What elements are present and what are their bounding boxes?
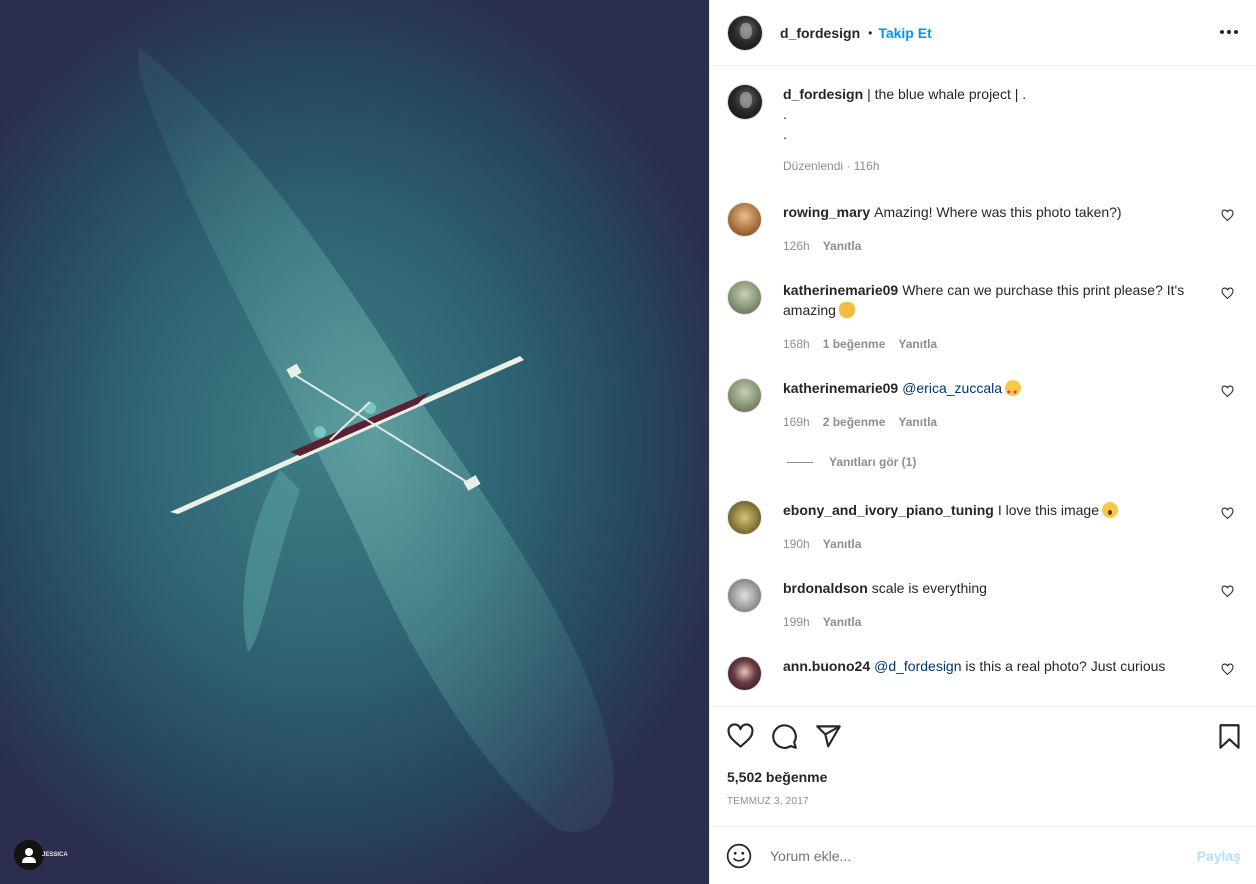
more-options-icon[interactable] xyxy=(1220,30,1238,34)
like-comment-icon[interactable] xyxy=(1221,585,1234,598)
comment-time: 126h xyxy=(783,239,810,253)
post-actions: 5,502 beğenme TEMMUZ 3, 2017 xyxy=(710,706,1256,826)
commenter-avatar[interactable] xyxy=(727,378,762,413)
comment: rowing_mary Amazing! Where was this photo… xyxy=(727,202,1240,256)
caption-username[interactable]: d_fordesign xyxy=(783,86,863,102)
reply-button[interactable]: Yanıtla xyxy=(823,534,862,554)
like-comment-icon[interactable] xyxy=(1221,209,1234,222)
comment-input[interactable] xyxy=(770,847,1197,864)
comment-icon[interactable] xyxy=(771,723,798,750)
ok-hand-emoji-icon xyxy=(838,302,855,318)
comment-username[interactable]: rowing_mary xyxy=(783,204,870,220)
caption-line: . xyxy=(783,126,787,142)
like-heart-icon[interactable] xyxy=(727,723,754,750)
follow-button[interactable]: Takip Et xyxy=(878,25,931,41)
author-username[interactable]: d_fordesign xyxy=(780,25,860,41)
emoji-picker-icon[interactable] xyxy=(726,843,752,869)
header-separator: • xyxy=(868,25,873,40)
caption-edited-time: Düzenlendi · 116h xyxy=(783,159,880,173)
commenter-avatar[interactable] xyxy=(727,202,762,237)
whale-rowing-image xyxy=(138,48,614,832)
save-bookmark-icon[interactable] xyxy=(1216,723,1243,750)
comment-mention[interactable]: @erica_zuccala xyxy=(902,380,1002,396)
post-side-panel: d_fordesign • Takip Et d_fordesign | the … xyxy=(709,0,1256,884)
comment-time: 190h xyxy=(783,537,810,551)
reply-button[interactable]: Yanıtla xyxy=(823,612,862,632)
post-date[interactable]: TEMMUZ 3, 2017 xyxy=(727,796,809,807)
comment-time: 168h xyxy=(783,337,810,351)
comment-text: is this a real photo? Just curious xyxy=(965,658,1166,674)
comment: ann.buono24 @d_fordesign is this a real p… xyxy=(727,656,1240,691)
photo-watermark: JESSICA xyxy=(42,852,68,858)
comment: katherinemarie09@erica_zuccala 169h 2 beğ… xyxy=(727,378,1240,432)
comment: brdonaldson scale is everything 199h Yanıt… xyxy=(727,578,1240,632)
surprised-emoji-icon xyxy=(1102,502,1118,518)
comment-text: scale is everything xyxy=(871,580,987,596)
like-comment-icon[interactable] xyxy=(1221,287,1234,300)
share-send-icon[interactable] xyxy=(815,723,842,750)
comment-time: 199h xyxy=(783,615,810,629)
add-comment-bar: Paylaş xyxy=(710,826,1256,884)
reply-button[interactable]: Yanıtla xyxy=(823,236,862,256)
caption-avatar[interactable] xyxy=(727,84,763,120)
caption-line: . xyxy=(783,106,787,122)
comments-list[interactable]: d_fordesign | the blue whale project | . … xyxy=(710,66,1256,706)
commenter-avatar[interactable] xyxy=(727,500,762,535)
reply-button[interactable]: Yanıtla xyxy=(898,412,937,432)
comment-username[interactable]: brdonaldson xyxy=(783,580,868,596)
comment-username[interactable]: katherinemarie09 xyxy=(783,380,898,396)
tagged-users-button[interactable] xyxy=(14,840,44,870)
like-comment-icon[interactable] xyxy=(1221,663,1234,676)
comment: katherinemarie09 Where can we purchase th… xyxy=(727,280,1240,354)
comment-username[interactable]: ebony_and_ivory_piano_tuning xyxy=(783,502,994,518)
comment-likes[interactable]: 2 beğenme xyxy=(823,412,886,432)
caption-text: | the blue whale project | . xyxy=(867,86,1027,102)
comment-username[interactable]: ann.buono24 xyxy=(783,658,870,674)
comment-text: Amazing! Where was this photo taken?) xyxy=(874,204,1122,220)
post-comment-button[interactable]: Paylaş xyxy=(1197,848,1241,864)
comment-mention[interactable]: @d_fordesign xyxy=(874,658,961,674)
comment-text: I love this image xyxy=(997,502,1099,518)
post-photo[interactable]: JESSICA xyxy=(0,0,709,884)
commenter-avatar[interactable] xyxy=(727,578,762,613)
view-replies-label: Yanıtları gör (1) xyxy=(829,455,917,469)
reply-button[interactable]: Yanıtla xyxy=(898,334,937,354)
user-icon xyxy=(25,848,33,856)
comment-time: 169h xyxy=(783,415,810,429)
commenter-avatar[interactable] xyxy=(727,280,762,315)
like-comment-icon[interactable] xyxy=(1221,385,1234,398)
like-comment-icon[interactable] xyxy=(1221,507,1234,520)
author-avatar[interactable] xyxy=(727,14,763,51)
comment: ebony_and_ivory_piano_tuning I love this … xyxy=(727,500,1240,554)
post-header: d_fordesign • Takip Et xyxy=(710,0,1256,66)
view-replies-button[interactable]: Yanıtları gör (1) xyxy=(787,454,1240,470)
caption: d_fordesign | the blue whale project | . … xyxy=(727,84,1240,176)
commenter-avatar[interactable] xyxy=(727,656,762,691)
comment-username[interactable]: katherinemarie09 xyxy=(783,282,898,298)
likes-count[interactable]: 5,502 beğenme xyxy=(727,769,827,785)
comment-likes[interactable]: 1 beğenme xyxy=(823,334,886,354)
star-struck-emoji-icon xyxy=(1005,380,1021,403)
